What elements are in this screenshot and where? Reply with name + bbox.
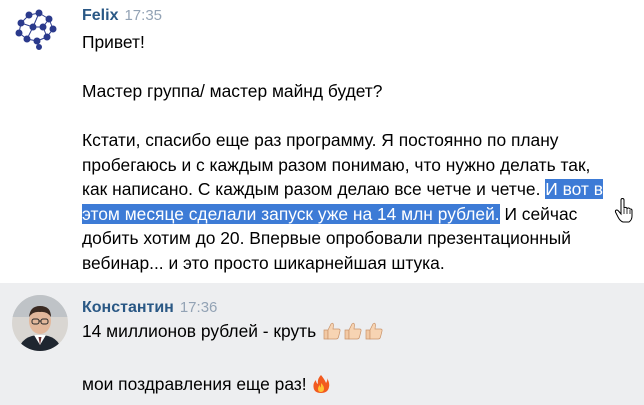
selected-text: И вот в <box>545 179 603 199</box>
text-line: 14 миллионов рублей - круть <box>82 319 622 348</box>
message-time[interactable]: 17:36 <box>180 299 218 316</box>
text-line: как написано. С каждым разом делаю все ч… <box>82 177 642 202</box>
message-time[interactable]: 17:35 <box>124 7 162 24</box>
message-text[interactable]: 14 миллионов рублей - круть мои поздравл… <box>82 319 622 401</box>
message-konstantin: Константин 17:36 14 миллионов рублей - кр… <box>0 283 644 405</box>
fire-icon <box>312 374 330 401</box>
message-text[interactable]: Привет! Мастер группа/ мастер майнд буде… <box>82 30 642 275</box>
text-line: добить хотим до 20. Впервые опробовали п… <box>82 228 571 248</box>
person-avatar-icon <box>12 295 68 351</box>
text-line: вебинар... и это просто шикарнейшая штук… <box>82 252 445 273</box>
thumbs-up-icon <box>322 321 342 348</box>
thumbs-up-icon <box>364 321 384 348</box>
thumbs-up-icon <box>343 321 363 348</box>
text-line: пробегаюсь и с каждым разом понимаю, что… <box>82 154 591 175</box>
text-segment: 14 миллионов рублей - круть <box>82 321 317 341</box>
text-line: Кстати, спасибо еще раз программу. Я пос… <box>82 130 559 150</box>
text-line: этом месяце сделали запуск уже на 14 млн… <box>82 202 642 227</box>
text-line: Привет! <box>82 32 145 52</box>
text-segment: И сейчас <box>499 203 578 224</box>
text-line: Мастер группа/ мастер майнд будет? <box>82 81 383 101</box>
author-name[interactable]: Константин <box>82 299 174 316</box>
konstantin-avatar[interactable] <box>12 295 68 351</box>
message-felix: Felix 17:35 Привет! Мастер группа/ мастер… <box>0 0 644 280</box>
brain-avatar-icon <box>9 3 61 55</box>
text-cursor-hand-icon <box>614 197 634 224</box>
message-header: Felix 17:35 <box>82 7 162 25</box>
selected-text: этом месяце сделали запуск уже на 14 млн… <box>82 203 500 224</box>
text-segment: как написано. С каждым разом делаю все ч… <box>82 179 546 199</box>
text-line: мои поздравления еще раз! <box>82 372 622 401</box>
felix-avatar[interactable] <box>9 3 61 55</box>
text-segment: мои поздравления еще раз! <box>82 374 307 394</box>
author-name[interactable]: Felix <box>82 7 118 24</box>
message-header: Константин 17:36 <box>82 299 217 317</box>
